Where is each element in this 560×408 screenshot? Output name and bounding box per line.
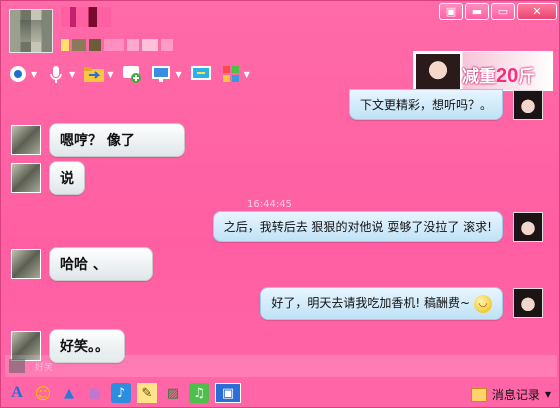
- ad-number: 20: [496, 65, 519, 87]
- folder-transfer-icon: [83, 63, 105, 85]
- ad-unit: 斤: [518, 67, 536, 86]
- message-area[interactable]: 下文更精彩，想听吗？。 嗯哼？ 像了 说 16:44:45 之后，我转后去 狠狠…: [1, 89, 560, 363]
- new-message-tool[interactable]: [121, 63, 143, 85]
- minimize-button[interactable]: ▬: [465, 3, 489, 20]
- message-row: 哈哈 、: [11, 247, 153, 281]
- self-avatar[interactable]: [513, 211, 543, 242]
- ad-image: [416, 54, 460, 90]
- emoticon-icon[interactable]: ☺: [33, 383, 53, 403]
- screen-share-icon: [190, 63, 212, 85]
- self-avatar[interactable]: [513, 89, 543, 120]
- window-controls: ▣ ▬ ▭ ✕: [439, 3, 557, 20]
- self-avatar[interactable]: [513, 288, 543, 319]
- file-transfer-tool[interactable]: ▼: [83, 63, 113, 85]
- contact-name: [61, 7, 111, 27]
- message-bubble: 之后，我转后去 狠狠的对他说 耍够了没拉了 滚求!: [212, 211, 503, 242]
- shake-icon[interactable]: ▲: [59, 383, 79, 403]
- message-row: 嗯哼？ 像了: [11, 123, 185, 157]
- preview-text: 好笑: [35, 363, 54, 373]
- voice-message-icon[interactable]: ♪: [111, 383, 131, 403]
- message-row: 之后，我转后去 狠狠的对他说 耍够了没拉了 滚求!: [212, 211, 543, 242]
- voice-call-tool[interactable]: ▼: [45, 63, 75, 85]
- microphone-icon: [45, 63, 67, 85]
- chat-window: ▣ ▬ ▭ ✕ ▼ ▼ ▼ ▼ ▼ 减重20斤 下文更精彩，想听吗？。 嗯哼？ …: [0, 0, 560, 408]
- message-bubble: 哈哈 、: [49, 247, 153, 281]
- message-history-button[interactable]: 消息记录 ▼: [470, 386, 551, 403]
- contact-message-avatar[interactable]: [11, 163, 41, 193]
- message-row: 下文更精彩，想听吗？。: [348, 89, 543, 120]
- contact-message-avatar[interactable]: [11, 249, 41, 279]
- contact-status: [61, 39, 191, 51]
- close-button[interactable]: ✕: [517, 3, 557, 20]
- ad-banner[interactable]: 减重20斤: [413, 51, 553, 91]
- ad-text: 减重20斤: [462, 62, 535, 88]
- remote-desktop-tool[interactable]: ▼: [151, 63, 182, 85]
- video-camera-icon: [7, 63, 29, 85]
- note-icon[interactable]: ✎: [137, 383, 157, 403]
- contact-message-avatar[interactable]: [11, 125, 41, 155]
- chevron-down-icon: ▼: [544, 390, 551, 399]
- top-toolbar: ▼ ▼ ▼ ▼ ▼: [7, 61, 250, 87]
- remote-desktop-icon: [151, 63, 173, 85]
- message-bubble: 下文更精彩，想听吗？。: [348, 89, 503, 120]
- message-timestamp: 16:44:45: [247, 199, 292, 210]
- ad-label: 减重: [462, 67, 496, 86]
- image-icon[interactable]: ▨: [163, 383, 183, 403]
- window-menu-button[interactable]: ▣: [439, 3, 463, 20]
- preview-avatar: [9, 359, 25, 373]
- font-icon[interactable]: A: [7, 383, 27, 403]
- message-bubble: 嗯哼？ 像了: [49, 123, 185, 157]
- apps-grid-icon: [220, 63, 242, 85]
- gift-icon[interactable]: ▦: [85, 383, 105, 403]
- message-bubble: 好了，明天去请我吃加香机! 稿酬费~ ◡: [260, 287, 503, 320]
- music-icon[interactable]: ♫: [189, 383, 209, 403]
- screenshot-icon[interactable]: ▣: [215, 383, 241, 403]
- message-row: 说: [11, 161, 85, 195]
- message-bubble: 说: [49, 161, 85, 195]
- contact-avatar[interactable]: [9, 9, 53, 53]
- apps-tool[interactable]: ▼: [220, 63, 250, 85]
- message-input-preview[interactable]: 好笑: [5, 355, 557, 377]
- smiley-emoji-icon: ◡: [474, 294, 492, 313]
- bottom-toolbar: A ☺ ▲ ▦ ♪ ✎ ▨ ♫ ▣ 消息记录 ▼: [1, 381, 560, 408]
- video-call-tool[interactable]: ▼: [7, 63, 37, 85]
- message-row: 好了，明天去请我吃加香机! 稿酬费~ ◡: [260, 287, 543, 320]
- screen-share-tool[interactable]: [190, 63, 212, 85]
- maximize-button[interactable]: ▭: [491, 3, 515, 20]
- history-label: 消息记录: [491, 388, 540, 402]
- history-icon: [470, 387, 487, 402]
- message-plus-icon: [121, 63, 143, 85]
- message-text: 好了，明天去请我吃加香机! 稿酬费~: [271, 296, 470, 310]
